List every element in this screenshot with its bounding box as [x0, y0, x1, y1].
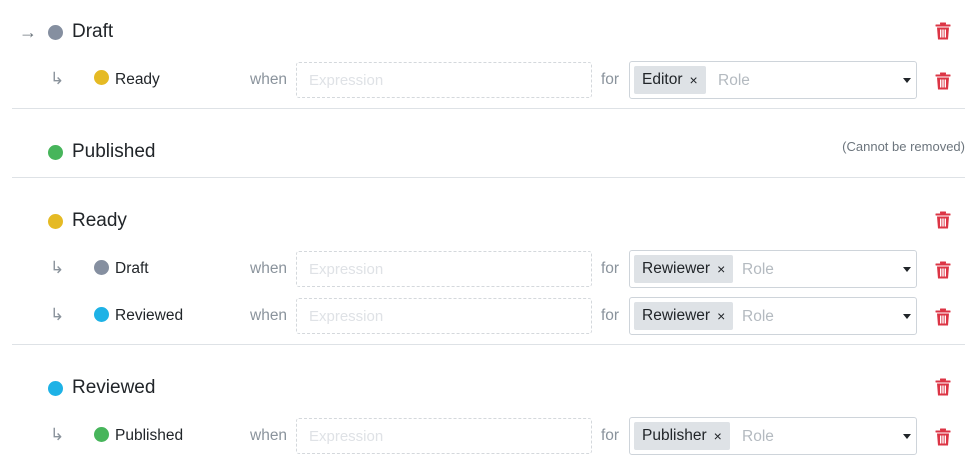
section-divider	[12, 344, 965, 345]
when-label: when	[250, 260, 288, 277]
transition-arrow-icon: ↳	[50, 69, 65, 88]
state-header-published: Published (Cannot be removed)	[0, 136, 977, 168]
transition-target-state: Draft	[115, 260, 149, 277]
transition-arrow-icon: ↳	[50, 305, 65, 324]
remove-role-icon[interactable]: ×	[714, 428, 722, 444]
remove-role-icon[interactable]: ×	[690, 72, 698, 88]
for-label: for	[601, 260, 620, 277]
transition-row: ↳ Reviewed when for Rewiewer ×	[0, 296, 977, 336]
expression-input[interactable]	[296, 298, 592, 334]
state-name: Published	[72, 141, 156, 162]
target-state-color-dot	[94, 70, 109, 85]
delete-transition-trash-icon[interactable]	[935, 261, 951, 279]
delete-transition-trash-icon[interactable]	[935, 72, 951, 90]
delete-state-trash-icon[interactable]	[935, 22, 951, 40]
transition-row: ↳ Ready when for Editor ×	[0, 60, 977, 100]
for-label: for	[601, 71, 620, 88]
dropdown-caret-icon[interactable]	[903, 434, 911, 439]
when-label: when	[250, 71, 288, 88]
role-chip: Publisher ×	[634, 422, 730, 450]
for-label: for	[601, 427, 620, 444]
state-name: Reviewed	[72, 377, 156, 398]
role-chip-label: Rewiewer	[642, 260, 711, 277]
expression-input[interactable]	[296, 418, 592, 454]
state-color-dot	[48, 214, 63, 229]
role-multiselect[interactable]: Editor ×	[629, 61, 917, 99]
delete-transition-trash-icon[interactable]	[935, 428, 951, 446]
state-color-dot	[48, 381, 63, 396]
target-state-color-dot	[94, 427, 109, 442]
section-divider	[12, 108, 965, 109]
role-search-input[interactable]	[742, 305, 852, 329]
expression-input[interactable]	[296, 251, 592, 287]
role-chip: Rewiewer ×	[634, 302, 734, 330]
dropdown-caret-icon[interactable]	[903, 267, 911, 272]
role-chip: Rewiewer ×	[634, 255, 734, 283]
target-state-color-dot	[94, 307, 109, 322]
transition-target-state: Ready	[115, 71, 160, 88]
dropdown-caret-icon[interactable]	[903, 314, 911, 319]
target-state-color-dot	[94, 260, 109, 275]
transition-row: ↳ Draft when for Rewiewer ×	[0, 249, 977, 289]
transition-arrow-icon: ↳	[50, 425, 65, 444]
remove-role-icon[interactable]: ×	[717, 308, 725, 324]
role-chip-label: Rewiewer	[642, 307, 711, 324]
dropdown-caret-icon[interactable]	[903, 78, 911, 83]
state-header-ready: Ready	[0, 205, 977, 237]
role-multiselect[interactable]: Rewiewer ×	[629, 297, 917, 335]
remove-role-icon[interactable]: ×	[717, 261, 725, 277]
state-name: Draft	[72, 21, 114, 42]
role-search-input[interactable]	[742, 425, 852, 449]
state-header-reviewed: Reviewed	[0, 372, 977, 404]
state-color-dot	[48, 145, 63, 160]
when-label: when	[250, 427, 288, 444]
role-chip-label: Editor	[642, 71, 683, 88]
delete-state-trash-icon[interactable]	[935, 378, 951, 396]
when-label: when	[250, 307, 288, 324]
workflow-editor: → Draft ↳ Ready when for Editor × Publis…	[0, 0, 977, 463]
role-multiselect[interactable]: Rewiewer ×	[629, 250, 917, 288]
state-color-dot	[48, 25, 63, 40]
transition-row: ↳ Published when for Publisher ×	[0, 416, 977, 456]
role-multiselect[interactable]: Publisher ×	[629, 417, 917, 455]
delete-state-trash-icon[interactable]	[935, 211, 951, 229]
section-divider	[12, 177, 965, 178]
role-search-input[interactable]	[742, 258, 852, 282]
transition-target-state: Published	[115, 427, 184, 444]
role-chip-label: Publisher	[642, 427, 707, 444]
for-label: for	[601, 307, 620, 324]
role-search-input[interactable]	[718, 69, 828, 93]
expression-input[interactable]	[296, 62, 592, 98]
state-header-draft: → Draft	[0, 16, 977, 48]
delete-transition-trash-icon[interactable]	[935, 308, 951, 326]
initial-state-arrow-icon: →	[19, 22, 37, 42]
state-name: Ready	[72, 210, 127, 231]
transition-arrow-icon: ↳	[50, 258, 65, 277]
transition-target-state: Reviewed	[115, 307, 184, 324]
role-chip: Editor ×	[634, 66, 706, 94]
cannot-remove-note: (Cannot be removed)	[842, 139, 965, 154]
